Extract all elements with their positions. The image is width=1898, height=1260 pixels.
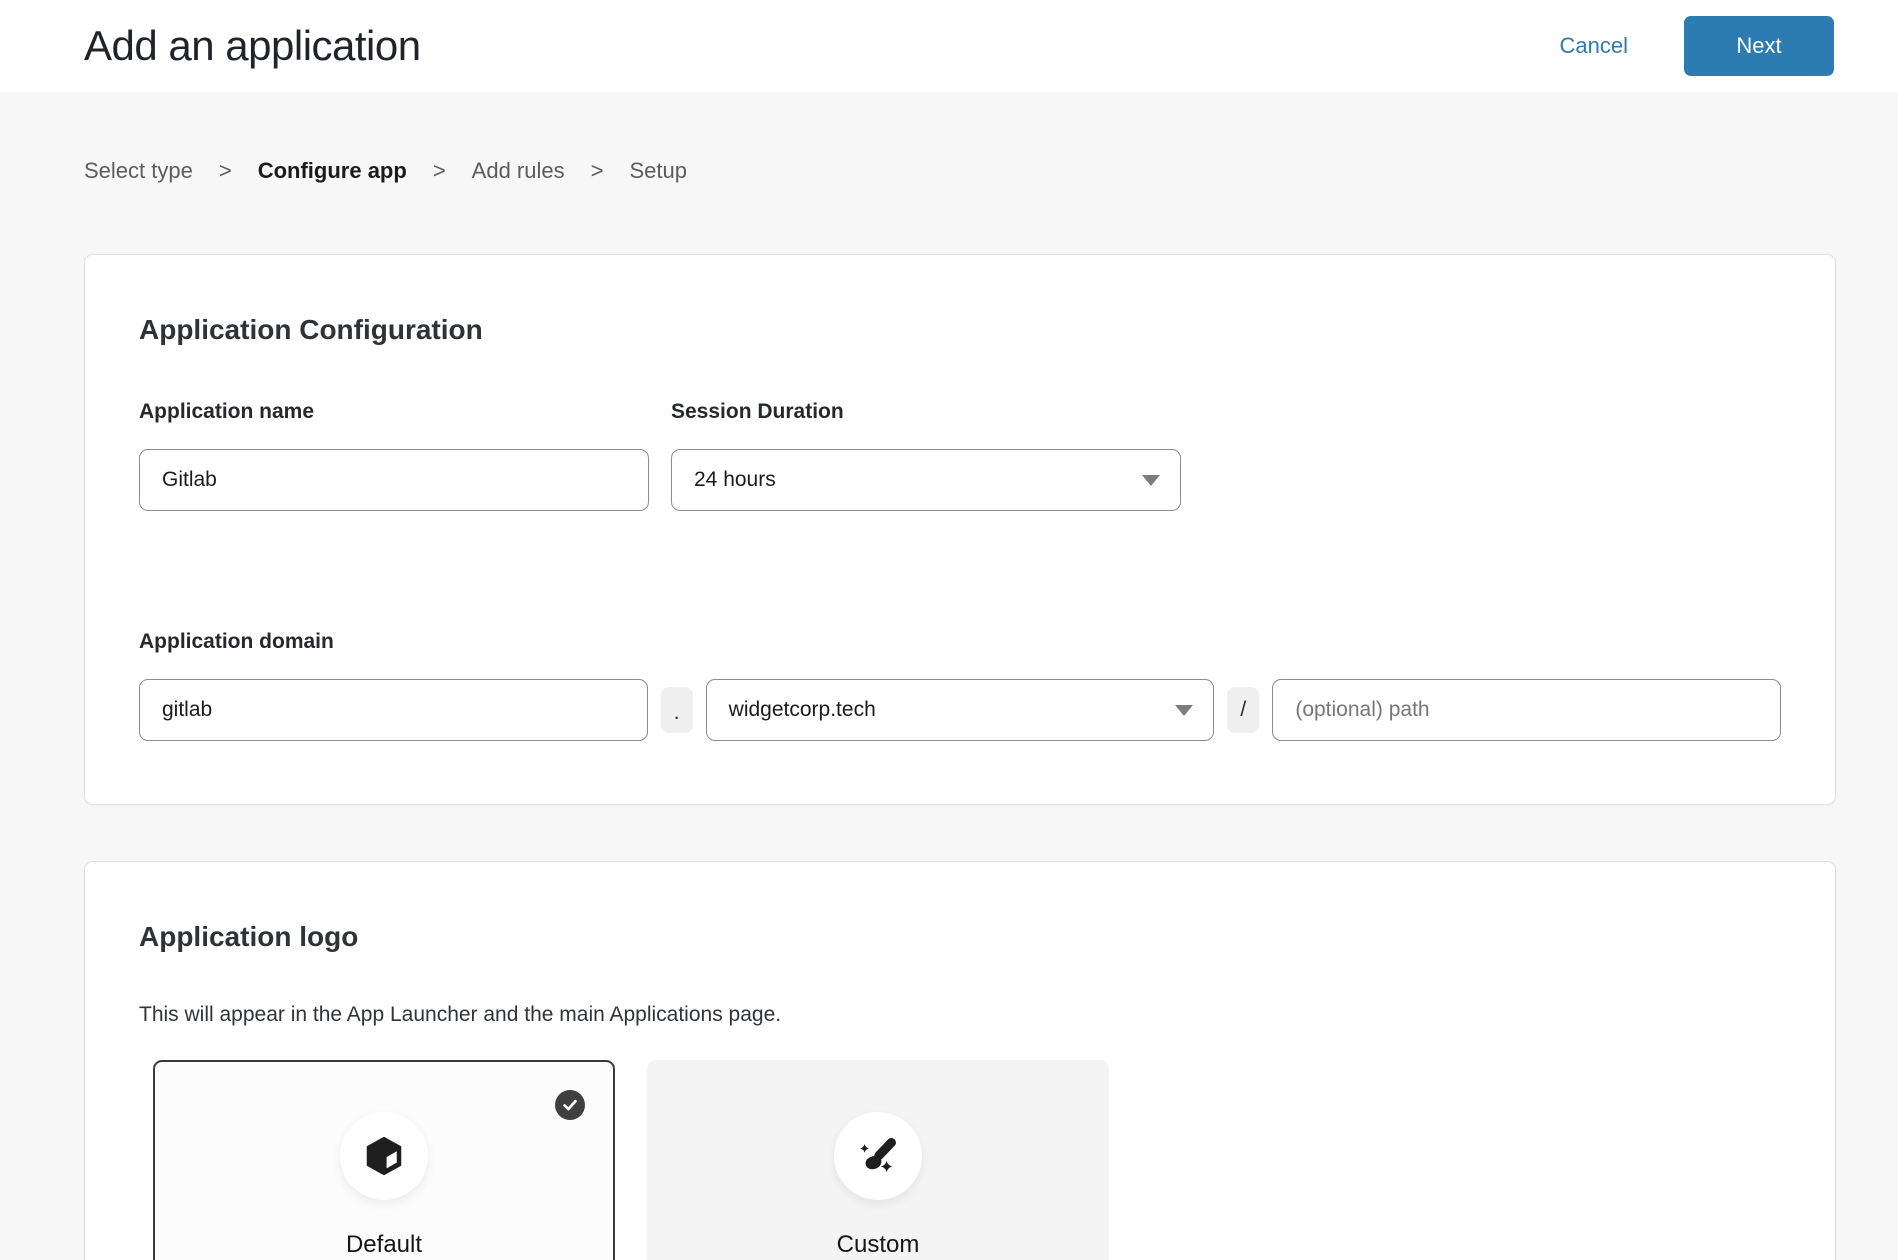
next-button[interactable]: Next	[1684, 16, 1834, 76]
session-duration-field-group: Session Duration 24 hours	[671, 399, 1181, 511]
breadcrumb-separator: >	[591, 158, 604, 184]
application-configuration-card: Application Configuration Application na…	[84, 254, 1836, 805]
breadcrumb-separator: >	[433, 158, 446, 184]
application-logo-card: Application logo This will appear in the…	[84, 861, 1836, 1260]
session-duration-value: 24 hours	[694, 468, 776, 492]
page-title: Add an application	[84, 22, 421, 70]
logo-option-custom[interactable]: Custom	[647, 1060, 1109, 1260]
breadcrumb: Select type > Configure app > Add rules …	[84, 158, 1814, 184]
application-configuration-heading: Application Configuration	[139, 313, 1781, 347]
logo-option-label: Custom	[649, 1230, 1107, 1260]
session-duration-label: Session Duration	[671, 399, 1181, 425]
step-select-type[interactable]: Select type	[84, 158, 193, 184]
application-name-field-group: Application name	[139, 399, 649, 511]
slash-separator: /	[1227, 687, 1259, 733]
application-domain-row: . widgetcorp.tech /	[139, 679, 1781, 741]
default-logo-circle	[340, 1112, 428, 1200]
application-name-label: Application name	[139, 399, 649, 425]
cancel-button[interactable]: Cancel	[1560, 33, 1628, 59]
path-input[interactable]	[1272, 679, 1781, 741]
name-session-row: Application name Session Duration 24 hou…	[139, 399, 1781, 511]
domain-select-value: widgetcorp.tech	[729, 698, 876, 722]
cube-icon	[361, 1133, 407, 1179]
dot-separator: .	[661, 687, 693, 733]
session-duration-select[interactable]: 24 hours	[671, 449, 1181, 511]
step-setup[interactable]: Setup	[629, 158, 687, 184]
application-logo-description: This will appear in the App Launcher and…	[139, 1002, 1781, 1028]
domain-select[interactable]: widgetcorp.tech	[706, 679, 1215, 741]
step-configure-app[interactable]: Configure app	[258, 158, 407, 184]
breadcrumb-separator: >	[219, 158, 232, 184]
application-domain-label: Application domain	[139, 629, 1781, 655]
chevron-down-icon	[1142, 475, 1160, 486]
selected-check-badge	[555, 1090, 585, 1120]
logo-option-label: Default	[155, 1230, 613, 1260]
top-bar: Add an application Cancel Next	[0, 0, 1898, 92]
check-icon	[561, 1096, 579, 1114]
subdomain-input[interactable]	[139, 679, 648, 741]
application-logo-heading: Application logo	[139, 920, 1781, 954]
chevron-down-icon	[1175, 705, 1193, 716]
application-domain-field-group: Application domain . widgetcorp.tech /	[139, 629, 1781, 741]
logo-options: Default Custom	[153, 1060, 1781, 1260]
paintbrush-icon	[855, 1133, 901, 1179]
step-add-rules[interactable]: Add rules	[472, 158, 565, 184]
application-name-input[interactable]	[139, 449, 649, 511]
custom-logo-circle	[834, 1112, 922, 1200]
logo-option-default[interactable]: Default	[153, 1060, 615, 1260]
